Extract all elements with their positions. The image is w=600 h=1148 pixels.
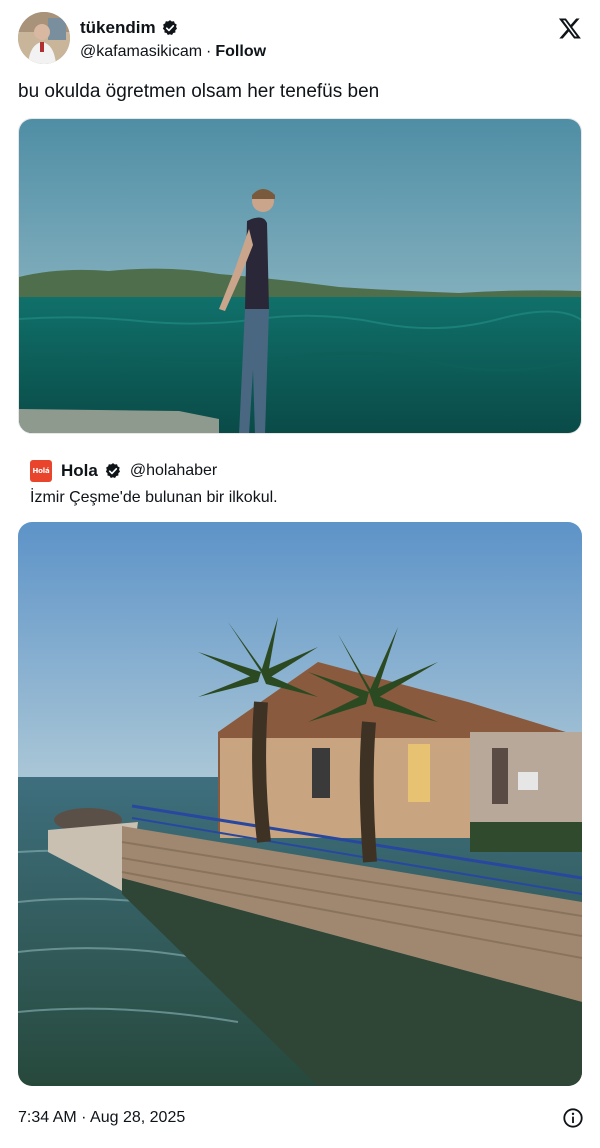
tweet-text: bu okulda ögretmen olsam her tenefüs ben bbox=[18, 81, 380, 102]
follow-button[interactable]: Follow bbox=[215, 43, 266, 61]
quote-display-name[interactable]: Hola bbox=[61, 461, 98, 481]
quote-image-school-by-sea[interactable] bbox=[18, 522, 582, 1086]
quote-handle[interactable]: @holahaber bbox=[130, 462, 217, 480]
quote-text: İzmir Çeşme'de bulunan bir ilkokul. bbox=[30, 489, 278, 506]
tweet-header: tükendim @kafamasikicam · Follow bbox=[18, 12, 584, 68]
info-icon[interactable] bbox=[562, 1107, 584, 1129]
tweet-image-man-by-sea[interactable] bbox=[18, 118, 582, 434]
author-names: tükendim @kafamasikicam · Follow bbox=[80, 17, 266, 63]
hola-logo-text: Holá bbox=[32, 467, 50, 475]
x-logo-icon[interactable] bbox=[558, 16, 582, 40]
author-handle[interactable]: @kafamasikicam bbox=[80, 43, 202, 61]
avatar[interactable] bbox=[18, 12, 70, 64]
hola-logo[interactable]: Holá bbox=[30, 460, 52, 482]
separator-dot: · bbox=[206, 43, 212, 60]
timestamp[interactable]: 7:34 AM · Aug 28, 2025 bbox=[18, 1109, 185, 1127]
quote-header: Holá Hola @holahaber bbox=[30, 460, 217, 482]
verified-badge-icon bbox=[162, 20, 177, 35]
verified-badge-icon bbox=[105, 463, 120, 478]
tweet-footer: 7:34 AM · Aug 28, 2025 bbox=[18, 1106, 584, 1130]
author-display-name[interactable]: tükendim bbox=[80, 18, 156, 38]
